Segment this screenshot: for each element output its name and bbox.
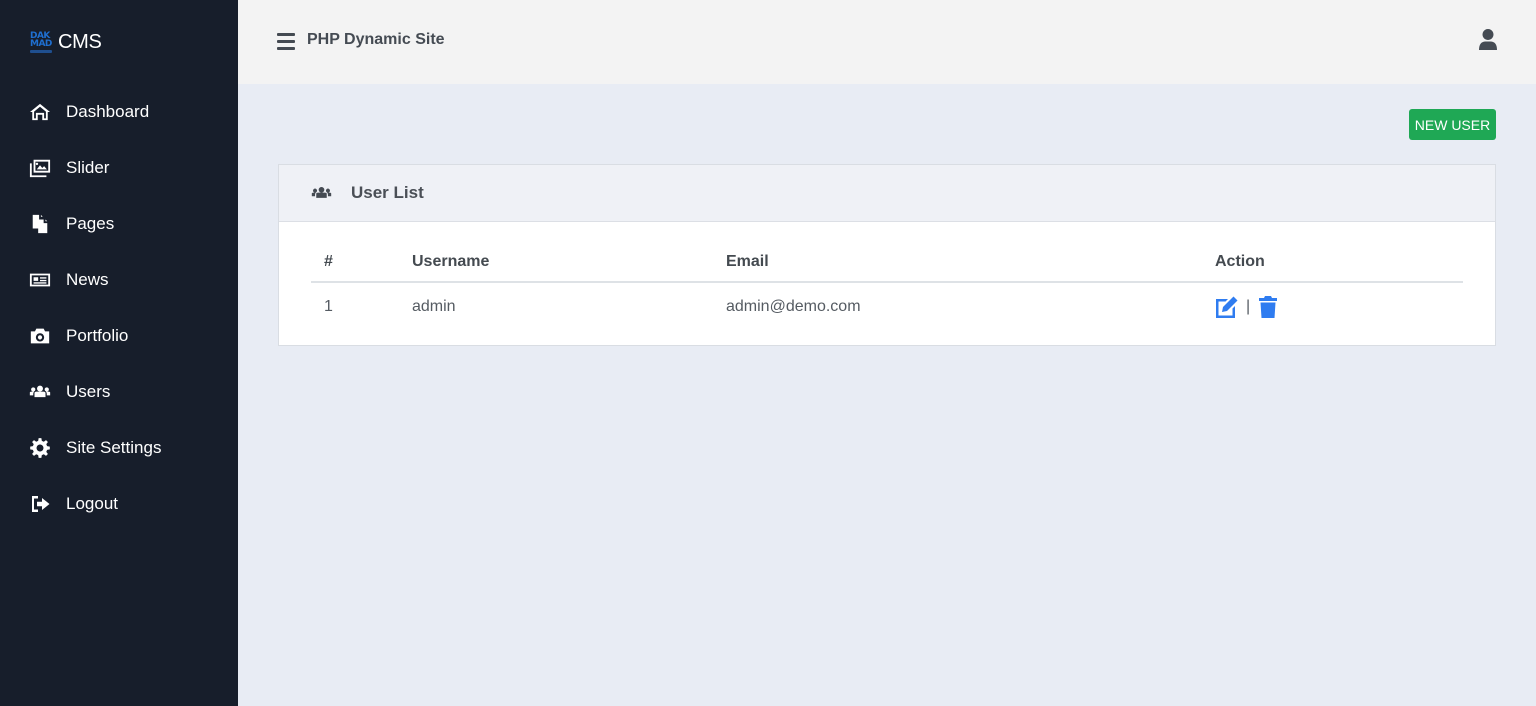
camera-icon (29, 326, 51, 346)
newspaper-icon (29, 270, 51, 290)
users-icon (311, 185, 332, 201)
action-separator: | (1246, 298, 1251, 315)
sidebar-item-portfolio[interactable]: Portfolio (0, 308, 238, 364)
sidebar-item-label: News (66, 270, 109, 289)
cell-username: admin (412, 298, 456, 315)
sidebar-item-label: Portfolio (66, 326, 129, 345)
sidebar-item-label: Users (66, 382, 111, 401)
cell-email: admin@demo.com (726, 298, 861, 315)
home-icon (29, 102, 51, 122)
card-header: User List (279, 165, 1495, 222)
brand[interactable]: DAK MAD CMS (30, 28, 102, 56)
sidebar-item-label: Dashboard (66, 102, 150, 121)
sidebar-item-slider[interactable]: Slider (0, 140, 238, 196)
users-icon (29, 382, 51, 402)
trash-icon[interactable] (1256, 295, 1280, 319)
user-icon[interactable] (1478, 28, 1498, 52)
cog-icon (29, 438, 51, 458)
topbar: PHP Dynamic Site (238, 0, 1536, 84)
table-header-row: # Username Email Action (311, 243, 1463, 283)
copy-icon (29, 214, 51, 234)
sidebar-item-users[interactable]: Users (0, 364, 238, 420)
sidebar-item-label: Logout (66, 494, 118, 513)
cell-action: | (1215, 295, 1463, 319)
cell-number: 1 (324, 298, 333, 315)
page-title: PHP Dynamic Site (307, 31, 445, 48)
user-list-card: User List # Username Email Action 1 admi… (278, 164, 1496, 346)
sidebar-item-pages[interactable]: Pages (0, 196, 238, 252)
column-header-action: Action (1215, 253, 1265, 270)
sidebar-item-news[interactable]: News (0, 252, 238, 308)
column-header-username: Username (412, 253, 490, 270)
sign-out-icon (29, 494, 51, 514)
brand-name: CMS (58, 30, 102, 53)
table-row: 1 admin admin@demo.com | (311, 283, 1463, 331)
sidebar: DAK MAD CMS Dashboard Slider Pages News … (0, 0, 238, 706)
column-header-email: Email (726, 253, 769, 270)
images-icon (29, 158, 51, 178)
card-title: User List (351, 183, 424, 202)
sidebar-item-label: Site Settings (66, 438, 162, 457)
sidebar-nav: Dashboard Slider Pages News Portfolio Us… (0, 84, 238, 532)
brand-logo: DAK MAD (30, 29, 54, 56)
column-header-number: # (324, 253, 333, 270)
sidebar-item-label: Pages (66, 214, 115, 233)
brand-logo-tagline (30, 49, 52, 53)
sidebar-item-dashboard[interactable]: Dashboard (0, 84, 238, 140)
sidebar-item-logout[interactable]: Logout (0, 476, 238, 532)
brand-logo-line: MAD (30, 38, 52, 49)
edit-icon[interactable] (1215, 295, 1239, 319)
sidebar-item-site-settings[interactable]: Site Settings (0, 420, 238, 476)
sidebar-item-label: Slider (66, 158, 110, 177)
hamburger-icon[interactable] (277, 33, 295, 50)
new-user-button[interactable]: NEW USER (1409, 109, 1496, 140)
user-table: # Username Email Action 1 admin admin@de… (311, 243, 1463, 331)
